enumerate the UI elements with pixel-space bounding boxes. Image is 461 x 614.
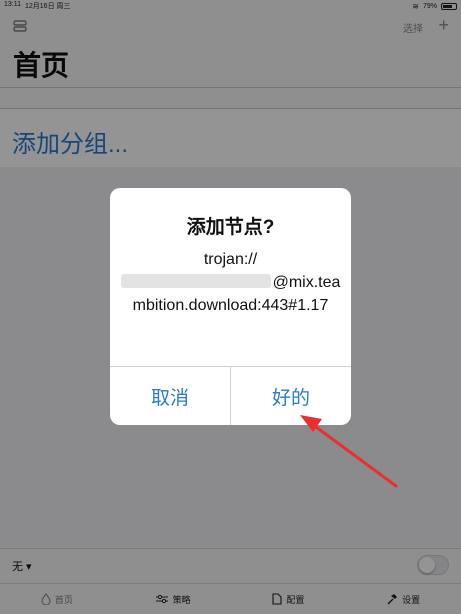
alert-message-url: @mix.teambition.download:443#1.17: [120, 271, 341, 317]
alert-title: 添加节点?: [186, 217, 275, 238]
cancel-button[interactable]: 取消: [110, 367, 230, 425]
add-node-alert: 添加节点? trojan:// @mix.teambition.download…: [110, 188, 351, 425]
redacted-password-blur: [120, 274, 271, 288]
alert-message-line1: trojan://: [203, 251, 258, 268]
alert-message: trojan:// @mix.teambition.download:443#1…: [120, 248, 341, 317]
ok-button[interactable]: 好的: [231, 367, 351, 425]
